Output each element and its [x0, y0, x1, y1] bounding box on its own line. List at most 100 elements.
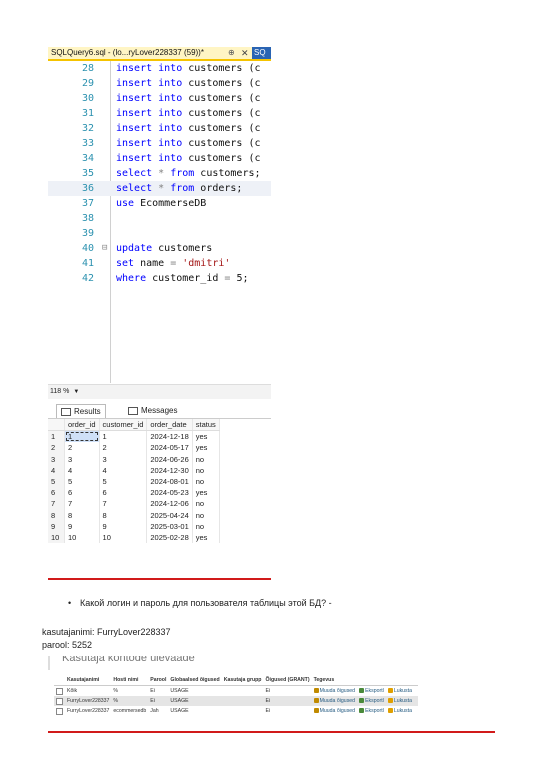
table-row[interactable]: 5 5 5 2024-08-01 no: [48, 475, 220, 488]
lock-link[interactable]: Lukusta: [387, 698, 412, 704]
next-query-tab[interactable]: SQ: [252, 47, 271, 59]
table-cell[interactable]: 8: [99, 509, 148, 521]
table-cell[interactable]: 2024-12-06: [146, 498, 193, 510]
code-line[interactable]: 35 select * from customers;: [48, 166, 271, 181]
table-cell[interactable]: 2024-05-17: [146, 442, 193, 454]
table-row[interactable]: Kõik% Ei USAGE Ei Muuda õigused Eksportl Lukus…: [54, 685, 418, 696]
table-cell[interactable]: 9: [64, 520, 100, 532]
code-line[interactable]: 36 select * from orders;: [48, 181, 271, 196]
table-cell[interactable]: 6: [64, 487, 100, 499]
column-header[interactable]: Õigused (GRANT): [263, 675, 312, 686]
table-cell[interactable]: 2025-02-28: [146, 531, 193, 544]
table-row[interactable]: 2 2 2 2024-05-17 yes: [48, 442, 220, 454]
checkbox[interactable]: [56, 687, 63, 695]
table-cell[interactable]: 10: [99, 531, 148, 544]
table-row[interactable]: 1 1 1 2024-12-18 yes: [48, 430, 220, 443]
table-cell[interactable]: 7: [64, 498, 100, 510]
code-line[interactable]: 41 set name = 'dmitri': [48, 256, 271, 271]
edit-privileges-link[interactable]: Muuda õigused: [313, 708, 355, 714]
code-line[interactable]: 34 insert into customers (c: [48, 151, 271, 166]
table-row[interactable]: 10 10 10 2025-02-28 yes: [48, 531, 220, 544]
table-row[interactable]: 7 7 7 2024-12-06 no: [48, 498, 220, 510]
table-row[interactable]: 4 4 4 2024-12-30 no: [48, 464, 220, 476]
code-line[interactable]: 40 ⊟ update customers: [48, 241, 271, 256]
column-header[interactable]: order_id: [64, 419, 100, 432]
export-link[interactable]: Eksportl: [359, 698, 384, 704]
column-header[interactable]: Tegevus: [311, 675, 418, 686]
table-cell[interactable]: yes: [192, 430, 220, 443]
row-number[interactable]: 2: [48, 442, 65, 454]
column-header[interactable]: Kasutaja grupp: [221, 675, 264, 686]
tab-messages[interactable]: Messages: [124, 404, 181, 417]
table-row[interactable]: FurryLover228337% Ei USAGE Ei Muuda õigused E…: [54, 696, 418, 706]
lock-link[interactable]: Lukusta: [387, 708, 412, 714]
sql-editor[interactable]: 28 insert into customers (c 29 insert into …: [48, 61, 271, 383]
table-cell[interactable]: 2024-12-30: [146, 464, 193, 476]
table-cell[interactable]: 5: [99, 475, 148, 488]
column-header[interactable]: status: [192, 419, 220, 432]
column-header[interactable]: Globaalsed õigused: [168, 675, 222, 686]
table-cell[interactable]: no: [192, 453, 220, 465]
row-number[interactable]: 4: [48, 464, 65, 476]
table-cell[interactable]: 2025-03-01: [146, 520, 193, 532]
table-row[interactable]: 9 9 9 2025-03-01 no: [48, 520, 220, 532]
edit-privileges-link[interactable]: Muuda õigused: [313, 688, 355, 694]
table-cell[interactable]: 9: [99, 520, 148, 532]
table-row[interactable]: FurryLover228337 ecommersedb Jah USAGE Ei Muu…: [54, 706, 418, 716]
table-cell[interactable]: 3: [99, 453, 148, 465]
table-cell[interactable]: yes: [192, 531, 220, 544]
results-grid[interactable]: order_id customer_id order_date status 1112…: [48, 419, 220, 544]
table-cell[interactable]: yes: [192, 442, 220, 454]
column-header[interactable]: order_date: [146, 419, 193, 432]
zoom-level[interactable]: 118 %: [50, 388, 69, 395]
table-cell[interactable]: no: [192, 509, 220, 521]
collapse-icon[interactable]: ⊟: [102, 241, 110, 256]
row-number[interactable]: 8: [48, 509, 65, 521]
table-cell[interactable]: 2024-05-23: [146, 487, 193, 499]
row-number[interactable]: 7: [48, 498, 65, 510]
chevron-down-icon[interactable]: ▼: [73, 385, 79, 399]
table-cell[interactable]: no: [192, 498, 220, 510]
table-row[interactable]: 8 8 8 2025-04-24 no: [48, 509, 220, 521]
table-cell[interactable]: no: [192, 475, 220, 488]
row-checkbox-cell[interactable]: [54, 706, 65, 716]
table-cell[interactable]: yes: [192, 487, 220, 499]
column-header[interactable]: Parool: [148, 675, 169, 686]
table-cell[interactable]: 6: [99, 487, 148, 499]
code-line[interactable]: 28 insert into customers (c: [48, 61, 271, 76]
table-cell[interactable]: 3: [64, 453, 100, 465]
row-number[interactable]: 6: [48, 487, 65, 499]
table-cell[interactable]: 10: [64, 531, 100, 544]
row-checkbox-cell[interactable]: [54, 696, 65, 706]
table-cell[interactable]: 5: [64, 475, 100, 488]
table-cell[interactable]: 2: [64, 442, 100, 454]
table-row[interactable]: 3 3 3 2024-06-26 no: [48, 453, 220, 465]
table-cell[interactable]: 2: [99, 442, 148, 454]
table-cell[interactable]: 1: [64, 430, 100, 443]
table-cell[interactable]: 4: [64, 464, 100, 476]
table-cell[interactable]: 2025-04-24: [146, 509, 193, 521]
code-line[interactable]: 42 where customer_id = 5;: [48, 271, 271, 286]
row-number[interactable]: 1: [48, 430, 65, 443]
table-cell[interactable]: 8: [64, 509, 100, 521]
code-line[interactable]: 33 insert into customers (c: [48, 136, 271, 151]
table-cell[interactable]: 7: [99, 498, 148, 510]
code-line[interactable]: 32 insert into customers (c: [48, 121, 271, 136]
table-cell[interactable]: 4: [99, 464, 148, 476]
column-header[interactable]: customer_id: [99, 419, 148, 432]
row-number[interactable]: 3: [48, 453, 65, 465]
code-line[interactable]: 31 insert into customers (c: [48, 106, 271, 121]
row-number[interactable]: 9: [48, 520, 65, 532]
code-line[interactable]: 30 insert into customers (c: [48, 91, 271, 106]
lock-link[interactable]: Lukusta: [387, 688, 412, 694]
checkbox[interactable]: [56, 707, 63, 715]
export-link[interactable]: Eksportl: [359, 708, 384, 714]
code-line[interactable]: 39: [48, 226, 271, 241]
column-header[interactable]: Hosti nimi: [111, 675, 149, 686]
table-row[interactable]: 6 6 6 2024-05-23 yes: [48, 487, 220, 499]
export-link[interactable]: Eksportl: [359, 688, 384, 694]
code-line[interactable]: 29 insert into customers (c: [48, 76, 271, 91]
row-number[interactable]: 5: [48, 475, 65, 488]
query-tab[interactable]: SQLQuery6.sql - (lo...ryLover228337 (59)…: [48, 47, 271, 61]
table-cell[interactable]: no: [192, 464, 220, 476]
